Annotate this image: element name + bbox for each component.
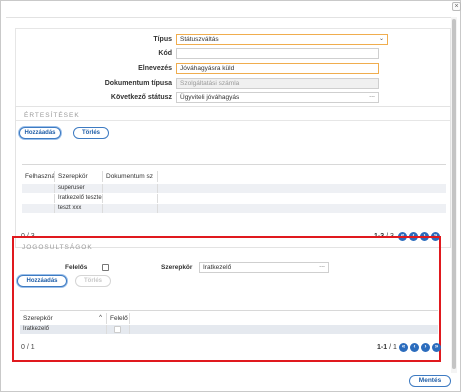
grid-header: Felhaszná Szerepkör Dokumentum sz	[22, 171, 446, 182]
szerepkor-picker[interactable]: Iratkezelő ...	[199, 262, 329, 273]
cell-felhasznalo	[22, 194, 55, 203]
tipus-select[interactable]: Státuszváltás ⌄	[176, 34, 388, 45]
ertesitesek-title: ÉRTESÍTÉSEK	[24, 112, 80, 119]
ellipsis-icon[interactable]: ...	[369, 93, 375, 100]
prev-page-icon[interactable]: ‹	[410, 343, 419, 352]
cell-felelos	[107, 325, 130, 334]
col-felhasznalo[interactable]: Felhaszná	[22, 171, 55, 182]
felelos-label: Felelős	[65, 264, 88, 271]
jogosultsagok-pager-range: 1-1 / 1	[377, 344, 397, 351]
kovetkezo-statusz-value: Ügyviteli jóváhagyás	[180, 94, 240, 101]
kod-label: Kód	[158, 50, 172, 57]
dialog-window: × Típus Státuszváltás ⌄ Kód Elnevezés Jó…	[0, 0, 461, 392]
col-dokumentum[interactable]: Dokumentum sz	[103, 171, 158, 182]
grid-header: Szerepkör ^ Felelő	[20, 313, 438, 324]
vertical-scrollbar[interactable]	[451, 17, 457, 373]
col-szerepkor[interactable]: Szerepkör	[55, 171, 103, 182]
tipus-label: Típus	[153, 36, 172, 43]
elnevezes-input[interactable]: Jóváhagyásra küld	[176, 63, 379, 74]
scrollbar-thumb[interactable]	[452, 19, 456, 369]
table-row[interactable]: teszt xxx	[22, 204, 446, 213]
cell-dokumentum	[103, 204, 158, 213]
dokumentum-tipusa-row: Dokumentum típusa Szolgáltatási számla	[16, 78, 451, 89]
tipus-value: Státuszváltás	[180, 36, 219, 43]
jogosultsagok-title: JOGOSULTSÁGOK	[22, 244, 93, 251]
jogosultsagok-delete-button: Törlés	[75, 275, 111, 287]
chevron-down-icon: ⌄	[378, 36, 384, 42]
elnevezes-label: Elnevezés	[138, 65, 172, 72]
elnevezes-row: Elnevezés Jóváhagyásra küld	[16, 63, 451, 74]
szerepkor-label: Szerepkör	[161, 264, 193, 271]
col-felelos[interactable]: Felelő	[107, 313, 130, 324]
cell-szerepkor: superuser	[55, 184, 103, 193]
felelos-row-checkbox[interactable]	[114, 326, 121, 333]
ertesitesek-add-button[interactable]: Hozzáadás	[19, 127, 61, 139]
jogosultsagok-add-button[interactable]: Hozzáadás	[17, 275, 67, 287]
kod-row: Kód	[16, 48, 451, 59]
table-row[interactable]: Iratkezelő	[20, 325, 438, 334]
save-button[interactable]: Mentés	[409, 375, 451, 387]
szerepkor-value: Iratkezelő	[203, 264, 232, 271]
felelos-checkbox[interactable]	[102, 264, 109, 271]
pager-total: / 1	[387, 344, 397, 351]
kovetkezo-statusz-label: Következő státusz	[110, 94, 172, 101]
col-szerepkor-label: Szerepkör	[23, 315, 53, 322]
jogosultsagok-pager-count: 0 / 1	[21, 344, 35, 351]
close-button[interactable]: ×	[452, 2, 461, 11]
tipus-row: Típus Státuszváltás ⌄	[16, 34, 451, 45]
jogosultsagok-grid: Szerepkör ^ Felelő Iratkezelő	[20, 310, 438, 336]
ellipsis-icon[interactable]: ...	[319, 263, 325, 270]
pager-range: 1-1	[377, 344, 388, 351]
dokumentum-tipusa-label: Dokumentum típusa	[104, 80, 172, 87]
cell-szerepkor: teszt xxx	[55, 204, 103, 213]
cell-dokumentum	[103, 194, 158, 203]
next-page-icon[interactable]: ›	[421, 343, 430, 352]
sort-up-icon: ^	[99, 315, 102, 321]
ertesitesek-section: ÉRTESÍTÉSEK Hozzáadás Törlés Felhaszná S…	[15, 106, 451, 248]
cell-felhasznalo	[22, 204, 55, 213]
ertesitesek-grid: Felhaszná Szerepkör Dokumentum sz superu…	[22, 164, 446, 213]
jogosultsagok-section: JOGOSULTSÁGOK Felelős Szerepkör Iratkeze…	[12, 236, 441, 362]
cell-szerepkor: Iratkezelő tesztelé	[55, 194, 103, 203]
dokumentum-tipusa-input: Szolgáltatási számla	[176, 78, 379, 89]
last-page-icon[interactable]: »	[432, 343, 441, 352]
table-row[interactable]: Iratkezelő tesztelé	[22, 194, 446, 203]
kod-input[interactable]	[176, 48, 379, 59]
first-page-icon[interactable]: «	[399, 343, 408, 352]
ertesitesek-delete-button[interactable]: Törlés	[73, 127, 109, 139]
cell-felhasznalo	[22, 184, 55, 193]
col-szerepkor[interactable]: Szerepkör ^	[20, 313, 107, 324]
table-row[interactable]: superuser	[22, 184, 446, 193]
cell-szerepkor: Iratkezelő	[20, 325, 107, 334]
kovetkezo-statusz-row: Következő státusz Ügyviteli jóváhagyás .…	[16, 92, 451, 103]
kovetkezo-statusz-picker[interactable]: Ügyviteli jóváhagyás ...	[176, 92, 379, 103]
close-icon: ×	[454, 3, 459, 10]
cell-dokumentum	[103, 184, 158, 193]
